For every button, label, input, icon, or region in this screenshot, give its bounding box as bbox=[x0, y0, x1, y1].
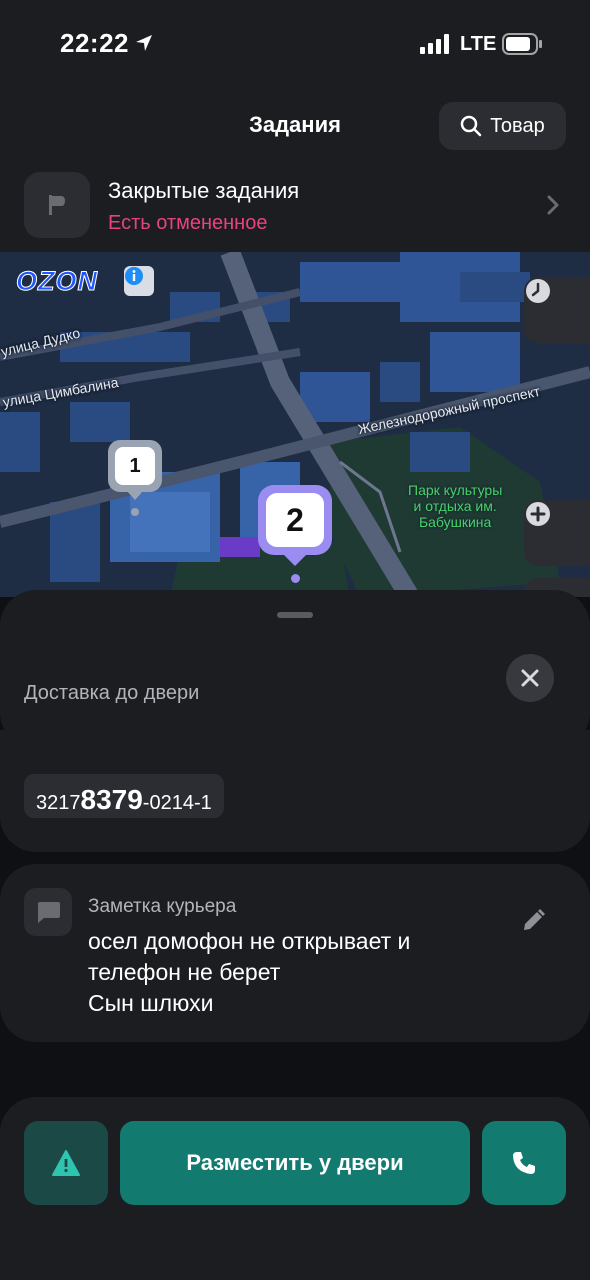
product-search-button[interactable]: Товар bbox=[439, 102, 566, 150]
park-label-line: Парк культуры bbox=[408, 482, 503, 498]
location-arrow-icon bbox=[136, 35, 152, 51]
phone-icon bbox=[513, 1152, 535, 1174]
report-problem-button[interactable] bbox=[24, 1121, 108, 1205]
info-icon[interactable] bbox=[124, 266, 154, 296]
search-icon bbox=[461, 115, 482, 137]
signal-icon bbox=[420, 34, 449, 54]
pin-label: 1 bbox=[115, 447, 155, 485]
note-text: осел домофон не открывает и телефон не б… bbox=[88, 928, 411, 1016]
delivery-type: Доставка до двери bbox=[24, 682, 200, 704]
status-time: 22:22 bbox=[60, 28, 129, 58]
pin-tail bbox=[283, 554, 307, 566]
flag-icon bbox=[24, 172, 90, 238]
history-button[interactable] bbox=[524, 277, 590, 343]
park-label-line: Бабушкина bbox=[418, 514, 492, 530]
close-icon bbox=[521, 669, 539, 687]
order-card: 3217 8379 -0214-1 bbox=[0, 730, 590, 852]
chevron-right-icon bbox=[547, 195, 559, 215]
call-button[interactable] bbox=[482, 1121, 566, 1205]
action-bar: Разместить у двери bbox=[0, 1097, 590, 1280]
order-number[interactable]: 3217 8379 -0214-1 bbox=[24, 774, 224, 818]
battery-icon bbox=[502, 33, 542, 55]
comment-icon bbox=[24, 888, 72, 936]
pin-dot bbox=[291, 574, 300, 583]
closed-tasks-title: Закрытые задания bbox=[108, 178, 300, 203]
note-title: Заметка курьера bbox=[88, 896, 237, 917]
pin-label: 2 bbox=[266, 493, 324, 547]
map-view[interactable]: OZON улица Дудко улица Цимбалина Железно… bbox=[0, 252, 590, 597]
order-highlight: 8379 bbox=[80, 784, 143, 815]
closed-tasks-row[interactable]: Закрытые задания Есть отмененное bbox=[0, 170, 590, 242]
network-label: LTE bbox=[460, 33, 497, 55]
status-bar: 22:22 LTE bbox=[0, 0, 590, 90]
search-label: Товар bbox=[490, 114, 545, 137]
closed-tasks-subtitle: Есть отмененное bbox=[108, 212, 268, 234]
pencil-icon[interactable] bbox=[520, 908, 546, 934]
task-sheet: Доставка до двери bbox=[0, 590, 590, 748]
warning-icon bbox=[52, 1150, 80, 1176]
courier-note-card: Заметка курьера осел домофон не открывае… bbox=[0, 864, 590, 1042]
close-button[interactable] bbox=[506, 654, 554, 702]
order-suffix: -0214-1 bbox=[142, 792, 212, 814]
map-pin-1[interactable]: 1 bbox=[108, 440, 162, 492]
sheet-drag-handle[interactable] bbox=[277, 612, 313, 618]
ozon-logo: OZON bbox=[16, 266, 98, 297]
pin-dot bbox=[131, 508, 139, 516]
clock-icon bbox=[526, 279, 550, 303]
header: Задания Товар Закрытые задания Есть отме… bbox=[0, 90, 590, 252]
map-pin-2[interactable]: 2 bbox=[258, 485, 332, 555]
order-prefix: 3217 bbox=[36, 792, 81, 814]
pin-tail bbox=[126, 490, 144, 500]
park-label: Парк культуры и отдыха им. Бабушкина bbox=[408, 482, 502, 530]
park-label-line: и отдыха им. bbox=[413, 498, 497, 514]
place-at-door-button[interactable]: Разместить у двери bbox=[120, 1121, 470, 1205]
plus-icon bbox=[526, 502, 550, 526]
zoom-in-button[interactable] bbox=[524, 500, 590, 566]
